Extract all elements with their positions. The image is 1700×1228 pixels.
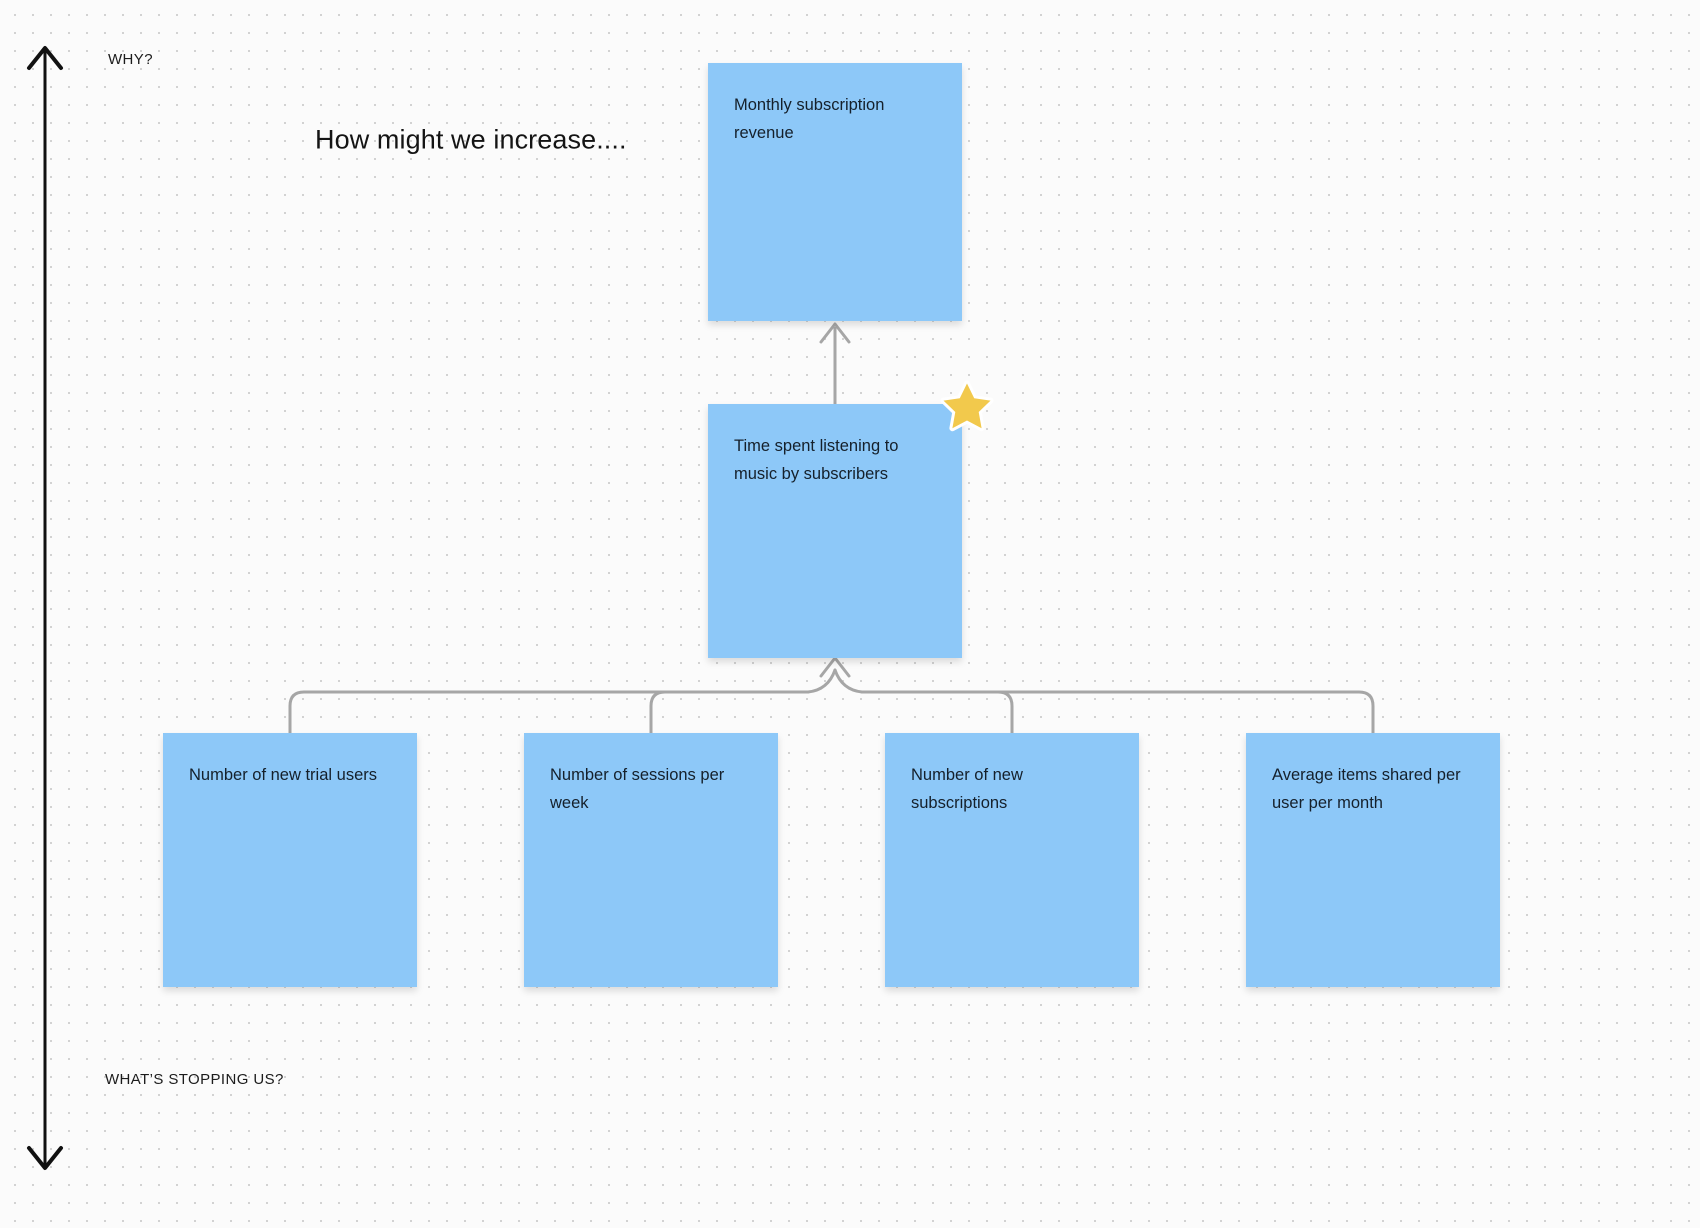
sticky-note-new-subscriptions[interactable]: Number of new subscriptions [885, 733, 1139, 987]
why-axis-arrow [27, 46, 63, 1170]
whiteboard-canvas[interactable]: WHY? WHAT’S STOPPING US? How might we in… [0, 0, 1700, 1228]
sticky-note-text: Time spent listening to music by subscri… [734, 437, 899, 483]
sticky-note-time-spent-listening[interactable]: Time spent listening to music by subscri… [708, 404, 962, 658]
sticky-note-new-trial-users[interactable]: Number of new trial users [163, 733, 417, 987]
star-icon[interactable] [938, 378, 996, 436]
sticky-note-text: Average items shared per user per month [1272, 766, 1461, 812]
sticky-note-text: Number of new trial users [189, 766, 377, 784]
sticky-note-monthly-subscription-revenue[interactable]: Monthly subscription revenue [708, 63, 962, 321]
connector-inputs-to-driver [288, 656, 1375, 735]
axis-label-whats-stopping-us: WHAT’S STOPPING US? [105, 1071, 284, 1088]
axis-label-why: WHY? [108, 51, 153, 68]
sticky-note-text: Monthly subscription revenue [734, 96, 885, 142]
sticky-note-sessions-per-week[interactable]: Number of sessions per week [524, 733, 778, 987]
connector-driver-to-outcome [819, 322, 851, 404]
page-title: How might we increase.... [315, 124, 627, 155]
sticky-note-text: Number of sessions per week [550, 766, 725, 812]
sticky-note-avg-items-shared[interactable]: Average items shared per user per month [1246, 733, 1500, 987]
sticky-note-text: Number of new subscriptions [911, 766, 1023, 812]
